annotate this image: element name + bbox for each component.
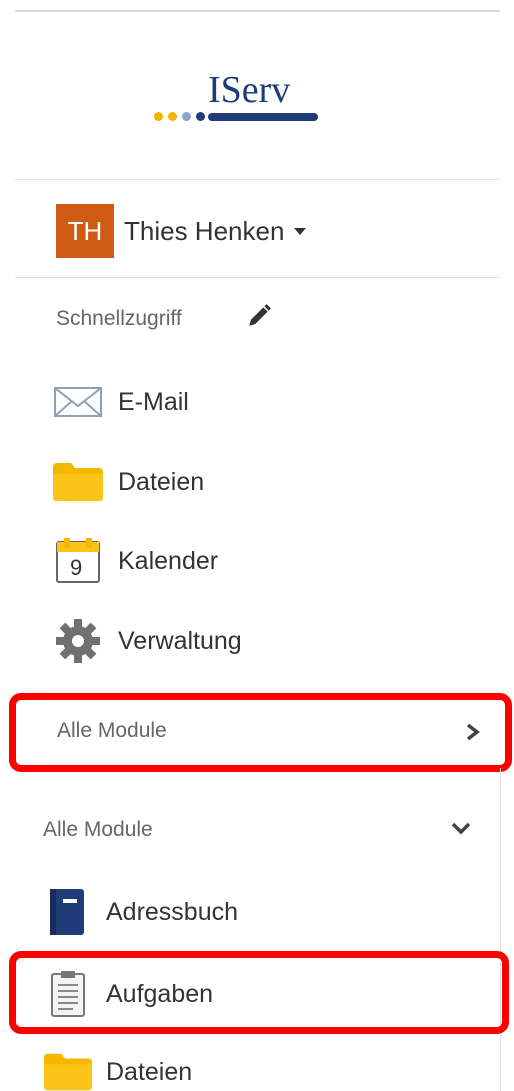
quick-item-label: Kalender xyxy=(118,546,219,575)
envelope-icon xyxy=(52,377,104,427)
module-item-label: Adressbuch xyxy=(106,897,239,926)
all-modules-title: Alle Module xyxy=(43,818,153,841)
panel-border xyxy=(500,768,501,1091)
folder-icon xyxy=(52,457,104,507)
module-item-files[interactable]: Dateien xyxy=(44,1047,192,1091)
module-item-address-book[interactable]: Adressbuch xyxy=(44,887,238,937)
caret-down-icon xyxy=(294,227,307,235)
address-book-icon xyxy=(44,887,92,937)
gear-icon xyxy=(52,616,104,666)
quick-item-label: E-Mail xyxy=(118,387,189,416)
logo-dot-lightblue xyxy=(182,112,191,121)
logo-dot-yellow xyxy=(168,112,177,121)
module-item-label: Dateien xyxy=(106,1057,193,1086)
logo-text: IServ xyxy=(208,69,291,111)
logo-underline xyxy=(208,113,318,121)
highlight-frame xyxy=(9,693,512,772)
user-name: Thies Henken xyxy=(124,215,285,246)
all-modules-header[interactable]: Alle Module xyxy=(15,806,485,856)
user-menu-toggle[interactable]: TH Thies Henken xyxy=(56,204,307,258)
quick-item-admin[interactable]: Verwaltung xyxy=(52,616,242,666)
divider xyxy=(15,179,500,180)
chevron-down-icon xyxy=(451,822,471,835)
calendar-day: 9 xyxy=(70,555,83,580)
quick-item-label: Verwaltung xyxy=(118,626,242,655)
logo-dot-yellow xyxy=(154,112,163,121)
pencil-icon[interactable] xyxy=(246,303,272,329)
quick-item-calendar[interactable]: 9 Kalender xyxy=(52,536,218,586)
calendar-icon: 9 xyxy=(52,536,104,586)
quick-item-files[interactable]: Dateien xyxy=(52,457,204,507)
highlight-frame xyxy=(9,951,509,1034)
quick-access-title: Schnellzugriff xyxy=(56,307,182,330)
divider xyxy=(15,277,500,278)
logo-dot-darkblue xyxy=(196,112,205,121)
quick-item-email[interactable]: E-Mail xyxy=(52,377,189,427)
top-divider xyxy=(15,10,500,12)
sidebar-page: IServ TH Thies Henken Schnellzugriff E-M… xyxy=(0,0,514,1091)
avatar: TH xyxy=(56,204,114,258)
iserv-logo[interactable]: IServ xyxy=(150,68,330,130)
folder-icon xyxy=(44,1047,92,1091)
quick-item-label: Dateien xyxy=(118,467,205,496)
